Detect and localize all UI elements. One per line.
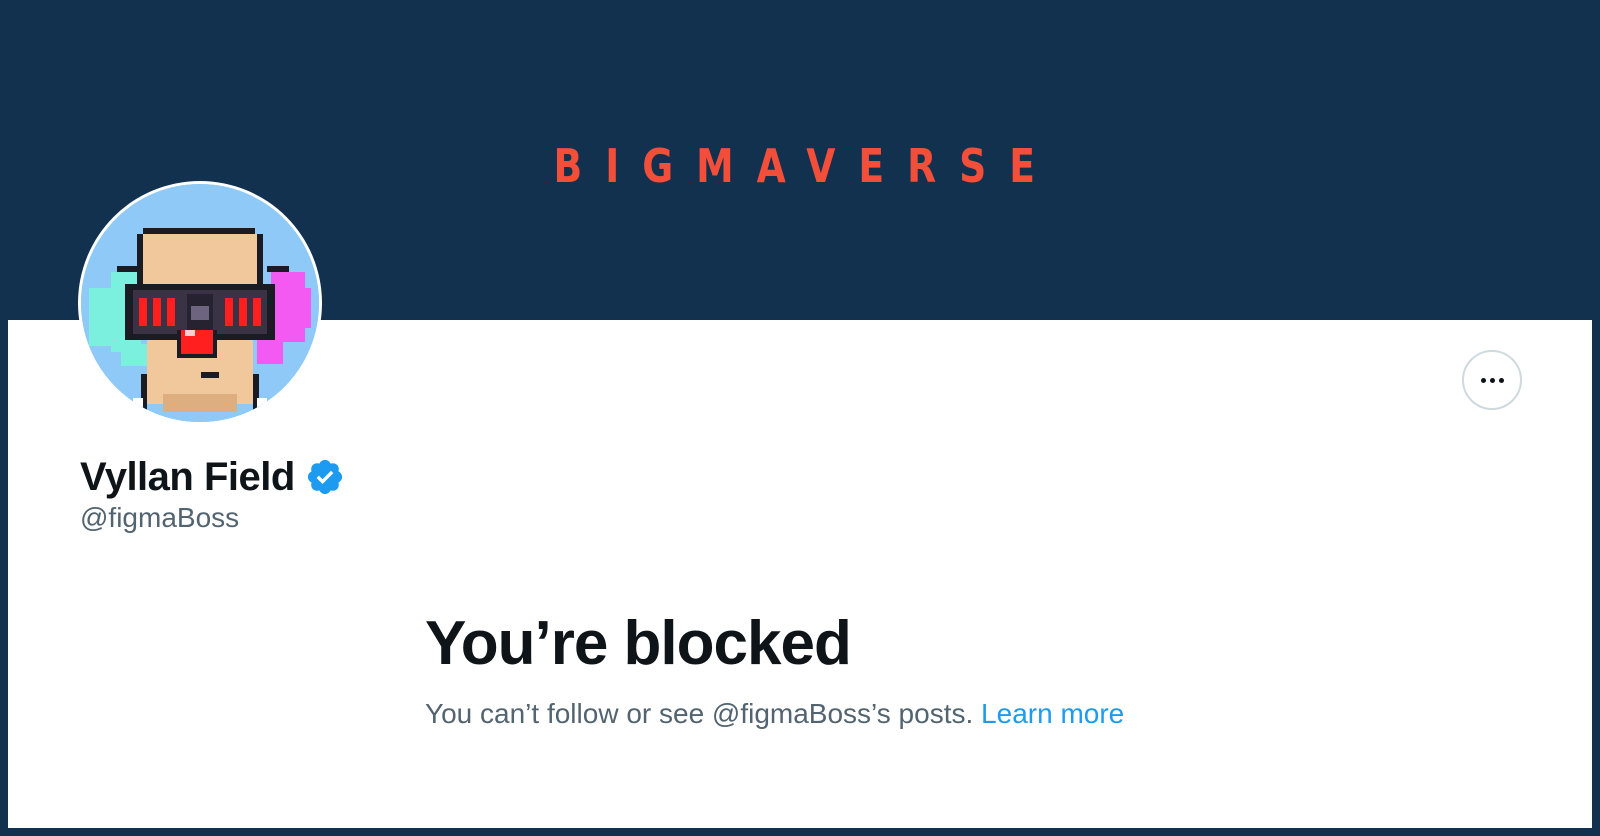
avatar[interactable] [78,181,322,425]
profile-name-row: Vyllan Field [80,452,345,502]
blocked-title: You’re blocked [425,609,852,678]
pixel-art-avatar-icon [81,184,319,422]
profile-handle: @figmaBoss [80,502,240,533]
more-dot [1498,377,1504,383]
learn-more-link[interactable]: Learn more [981,698,1124,729]
more-dot [1489,377,1495,383]
verified-badge-icon[interactable] [305,457,345,497]
banner-title: BIGMAVERSE [553,139,1058,193]
more-options-button[interactable] [1462,350,1522,410]
more-dots-icon [1480,377,1486,383]
blocked-message-text: You can’t follow or see @figmaBoss’s pos… [425,698,982,729]
blocked-message: You can’t follow or see @figmaBoss’s pos… [425,696,1124,732]
display-name: Vyllan Field [80,455,295,499]
